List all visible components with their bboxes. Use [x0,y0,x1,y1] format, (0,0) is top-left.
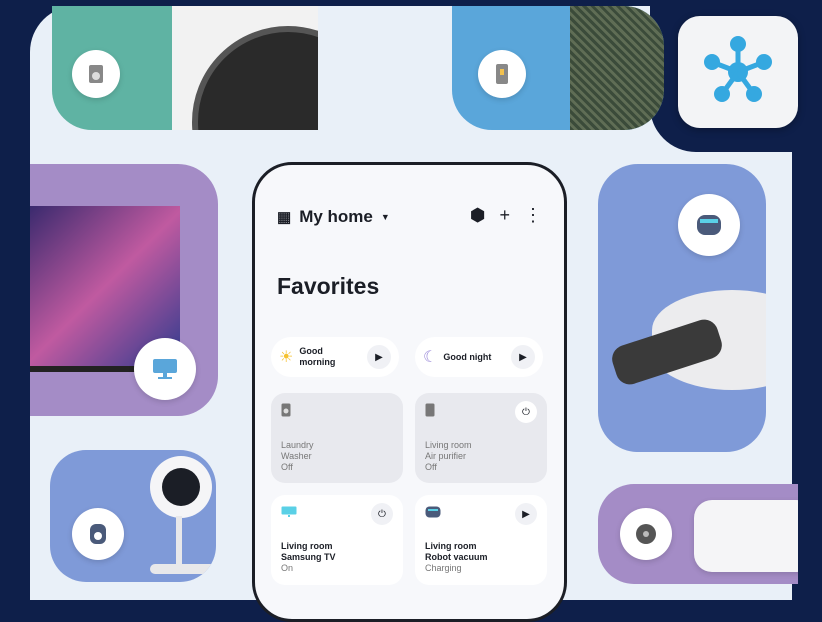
robot-vacuum-tile [598,164,766,452]
phone-mockup: ▦ My home ▼ ⬢ + ⋮ Favorites ☀ Good mornin… [252,162,567,622]
air-purifier-icon [478,50,526,98]
grid-icon: ▦ [277,209,292,226]
header-actions: ⬢ + ⋮ [470,205,542,226]
device-card-washer[interactable]: Laundry Washer Off [271,393,403,483]
air-purifier-icon [425,403,435,417]
home-label: My home [299,207,373,226]
tv-tile [30,164,218,416]
play-icon[interactable]: ▶ [515,503,537,525]
device-card-robot-vacuum[interactable]: ▶ Living room Robot vacuum Charging [415,495,547,585]
scene-label: Good night [443,351,492,362]
chevron-down-icon: ▼ [380,212,390,222]
home-selector[interactable]: ▦ My home ▼ [277,207,390,227]
robot-vacuum-icon [678,194,740,256]
play-icon[interactable]: ▶ [511,345,535,369]
hub-tile [598,484,798,584]
scene-label: Good morning [299,346,336,367]
scene-good-night[interactable]: ☾ Good night ▶ [415,337,543,377]
washer-tile [52,6,318,130]
sun-icon: ☀ [279,349,294,366]
device-card-air-purifier[interactable]: ⏻ Living room Air purifier Off [415,393,547,483]
device-card-tv[interactable]: ⏻ Living room Samsung TV On [271,495,403,585]
more-icon[interactable]: ⋮ [524,205,542,226]
play-icon[interactable]: ▶ [367,345,391,369]
robot-vacuum-icon [425,506,441,518]
smartthings-app-icon[interactable] [678,16,798,128]
camera-tile [50,450,216,582]
hub-icon [620,508,672,560]
power-icon[interactable]: ⏻ [515,401,537,423]
camera-icon [72,508,124,560]
cube-icon[interactable]: ⬢ [470,205,486,226]
scene-good-morning[interactable]: ☀ Good morning ▶ [271,337,399,377]
plus-icon[interactable]: + [499,205,510,226]
tv-icon [281,506,297,517]
washer-icon [281,403,291,417]
power-icon[interactable]: ⏻ [371,503,393,525]
washer-icon [72,50,120,98]
favorites-title: Favorites [277,273,380,299]
moon-icon: ☾ [423,349,438,366]
tv-icon [134,338,196,400]
air-purifier-tile [452,6,664,130]
